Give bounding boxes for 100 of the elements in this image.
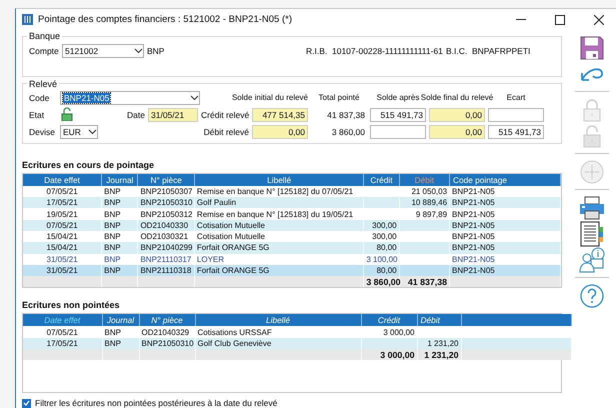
table-cell: Golf Paulin (196, 198, 236, 208)
credit-total: 3 000,00 (380, 350, 414, 360)
column-header[interactable]: Journal (102, 314, 139, 326)
field-label: Compte (29, 46, 60, 56)
table-cell: 80,00 (376, 266, 397, 275)
table-cell: BNP21-N05 (452, 243, 495, 252)
dropdown-caret-icon (88, 128, 97, 135)
maximize-icon[interactable] (555, 14, 565, 24)
bic-value: BNPAFRPPETI (472, 46, 530, 56)
amount-field[interactable] (488, 108, 544, 122)
table-cell: BNP21040299 (140, 243, 192, 252)
column-header[interactable]: N° pièce (138, 174, 194, 186)
credit-total: 3 860,00 (366, 276, 401, 287)
column-label: Solde initial du relevé (232, 93, 308, 102)
column-header[interactable]: Débit (417, 314, 461, 326)
filter-checkbox[interactable] (22, 398, 31, 408)
amount-field[interactable]: 0,00 (429, 108, 485, 122)
field-label: Devise (29, 126, 56, 137)
table-cell: 10 889,46 (411, 198, 448, 208)
window-title: Pointage des comptes financiers : 5121002 - BNP21-N05 (*) (38, 14, 293, 25)
debit-total: 41 837,38 (408, 276, 448, 287)
table-cell: 80,00 (376, 243, 397, 252)
amount-field[interactable]: 515 491,73 (370, 108, 426, 122)
amount-field[interactable]: 477 514,35 (252, 108, 308, 122)
column-label: Solde après (376, 93, 420, 102)
table-cell: 07/05/21 (46, 186, 78, 196)
field-label: Date (126, 110, 145, 120)
code-select[interactable]: BNP21-N05 (60, 90, 200, 105)
date-field[interactable]: 31/05/21 (148, 108, 198, 122)
table-cell: BNP21110317 (140, 254, 192, 264)
table-cell: BNP21-N05 (452, 254, 495, 264)
table-cell: BNP (104, 243, 121, 252)
table-cell: BNP (104, 328, 121, 337)
table-cell: BNP21050307 (140, 186, 192, 196)
table-cell: 3 000,00 (383, 328, 414, 337)
table-cell: 1 231,20 (427, 338, 458, 348)
printer-icon[interactable] (579, 196, 605, 220)
table-cell: 300,00 (372, 232, 397, 242)
table-row[interactable]: 07/05/21 BNP OD21040330 Cotisation Mutuelle 300,00 BNP21-N05 (23, 220, 560, 231)
field-label: R.I.B. (306, 46, 328, 56)
table-cell: 21 050,03 (411, 186, 448, 196)
table-cell: BNP (104, 338, 121, 348)
table-cell: 07/05/21 (46, 328, 78, 337)
open-padlock-icon[interactable] (60, 106, 74, 121)
document-list-icon[interactable] (580, 221, 604, 247)
group-legend: Relevé (27, 78, 60, 89)
table-row[interactable]: 07/05/21 BNP OD21040329 Cotisations URSSAF 3 000,00 (23, 326, 571, 338)
table-cell: OD21040330 (140, 220, 188, 230)
help-icon[interactable] (580, 284, 604, 308)
column-header[interactable]: Libellé (195, 314, 361, 326)
app-icon (22, 14, 33, 25)
table-cell: BNP (104, 220, 121, 230)
devise-select[interactable]: EUR (60, 124, 98, 139)
table-row[interactable]: 15/04/21 BNP BNP21040299 Forfait ORANGE 5G 80,00 BNP21-N05 (23, 242, 560, 254)
amount-field[interactable] (370, 124, 426, 139)
field-label: Etat (29, 110, 46, 120)
close-icon[interactable] (594, 14, 604, 24)
column-header[interactable]: N° pièce (139, 314, 195, 326)
table-cell: BNP21-N05 (452, 266, 495, 275)
group-legend: Banque (27, 31, 62, 41)
column-label: Ecart (506, 93, 526, 102)
table-cell: BNP (104, 232, 121, 242)
dropdown-caret-icon (134, 48, 143, 54)
column-header[interactable]: Crédit (364, 174, 400, 186)
table-cell: 31/05/21 (46, 254, 78, 264)
column-header[interactable]: Journal (102, 174, 138, 186)
table-row[interactable]: 07/05/21 BNP BNP21050307 Remise en banque N° [125182] du 07/05/21 21 050,03 BNP21-N05 (23, 186, 560, 198)
amount-field[interactable]: 0,00 (252, 124, 308, 139)
table-row[interactable]: 15/04/21 BNP OD21030321 Cotisation Mutuelle 300,00 BNP21-N05 (23, 230, 560, 242)
table-cell: 15/04/21 (46, 243, 78, 252)
amount-text: 3 860,00 (332, 126, 365, 137)
column-header[interactable]: Libellé (194, 174, 364, 186)
bank-name: BNP (146, 46, 166, 56)
checkbox-label: Filtrer les écritures non pointées postérieures à la date du relevé (35, 398, 278, 408)
column-label: Solde final du relevé (420, 93, 494, 102)
compte-select[interactable]: 5121002 (62, 44, 144, 58)
column-header[interactable]: Code pointage (450, 174, 560, 186)
table-cell: Cotisations URSSAF (198, 328, 272, 337)
table-cell: Forfait ORANGE 5G (196, 243, 270, 252)
table-row[interactable]: 17/05/21 BNP BNP21050310 Golf Paulin 10 889,46 BNP21-N05 (23, 197, 560, 208)
table-row[interactable]: 31/05/21 BNP BNP21110318 Forfait ORANGE 5G 80,00 BNP21-N05 (23, 264, 560, 276)
debit-total: 1 231,20 (424, 350, 458, 360)
table-cell: BNP (104, 186, 121, 196)
table-row[interactable]: 17/05/21 BNP BNP21050310 Golf Club Geneviève 1 231,20 (23, 338, 571, 350)
field-label: Code (29, 92, 50, 103)
table-cell: BNP (104, 198, 121, 208)
table-cell: 3 100,00 (366, 254, 398, 264)
dropdown-caret-icon (190, 94, 199, 101)
amount-field[interactable]: 515 491,73 (488, 124, 544, 139)
column-header[interactable]: Date effet (23, 174, 102, 186)
table-cell: BNP21050310 (142, 338, 194, 348)
table-cell: Cotisation Mutuelle (196, 232, 265, 242)
column-header[interactable]: Crédit (361, 314, 417, 326)
field-label: B.I.C. (446, 46, 468, 56)
table-cell: 15/04/21 (46, 232, 78, 242)
field-label: Débit relevé (202, 126, 249, 137)
table-row[interactable]: 31/05/21 BNP BNP21110317 LOYER 3 100,00 BNP21-N05 (23, 254, 560, 265)
table-cell: BNP21-N05 (452, 232, 495, 242)
amount-field[interactable]: 0,00 (429, 124, 485, 139)
save-icon[interactable] (580, 36, 604, 60)
